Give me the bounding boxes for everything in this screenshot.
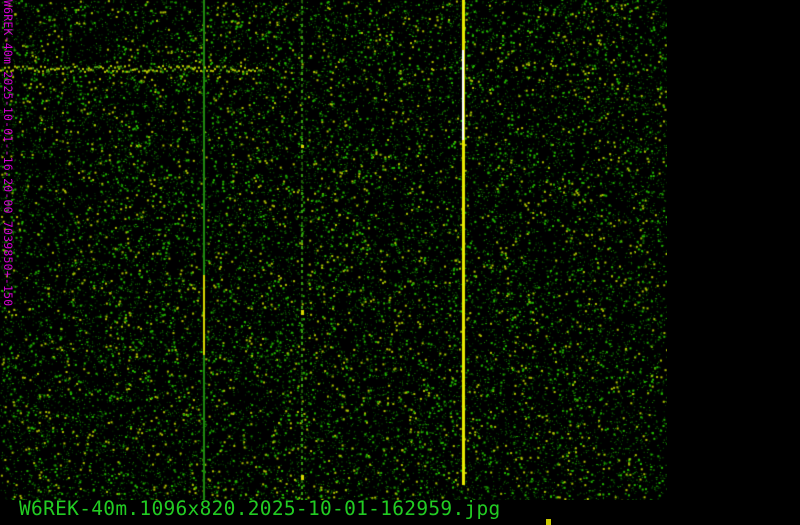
waterfall-spectrogram [0, 0, 667, 500]
waterfall-info-label: W6REK-40m 2025-10-01--16-20-00 7039850+-… [1, 0, 15, 307]
position-marker [546, 519, 551, 525]
image-filename-caption: W6REK-40m.1096x820.2025-10-01-162959.jpg [19, 497, 501, 520]
